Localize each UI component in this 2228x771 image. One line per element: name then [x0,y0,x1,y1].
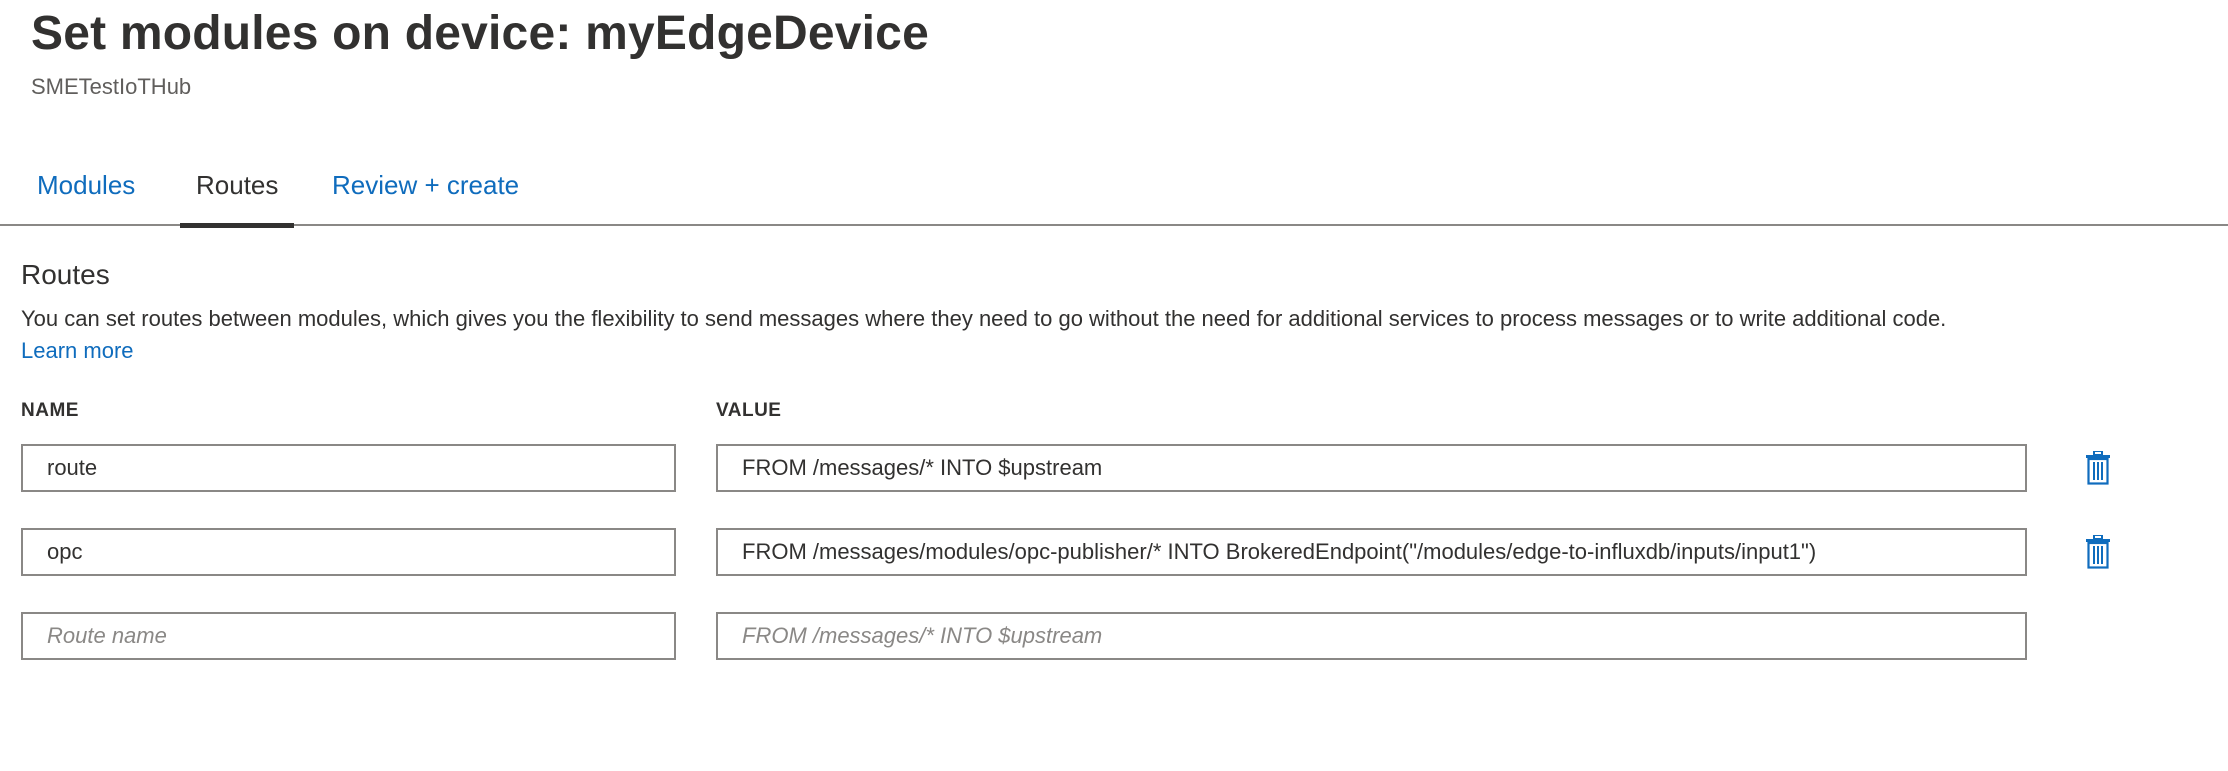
new-route-name-input[interactable] [21,612,676,660]
route-value-input[interactable] [716,444,2027,492]
tab-routes-label: Routes [196,170,279,200]
trash-icon [2086,451,2110,485]
tab-review-create[interactable]: Review + create [332,170,519,222]
delete-route-button[interactable] [2080,532,2116,572]
page-title: Set modules on device: myEdgeDevice [31,7,929,60]
learn-more-link[interactable]: Learn more [21,338,134,364]
section-description: You can set routes between modules, whic… [21,306,1947,331]
tab-routes[interactable]: Routes [180,170,295,228]
route-value-input[interactable] [716,528,2027,576]
tab-modules-label: Modules [37,170,136,200]
tab-review-create-label: Review + create [332,170,520,200]
trash-icon [2086,535,2110,569]
route-name-input[interactable] [21,444,676,492]
tab-modules[interactable]: Modules [37,170,135,222]
delete-route-button[interactable] [2080,448,2116,488]
route-name-input[interactable] [21,528,676,576]
tab-bar: Modules Routes Review + create [0,150,2228,228]
column-header-value: VALUE [716,400,782,421]
page-subtitle: SMETestIoTHub [31,74,192,99]
new-route-value-input[interactable] [716,612,2027,660]
active-tab-indicator [180,223,295,228]
section-title: Routes [21,259,110,290]
column-header-name: NAME [21,400,79,421]
